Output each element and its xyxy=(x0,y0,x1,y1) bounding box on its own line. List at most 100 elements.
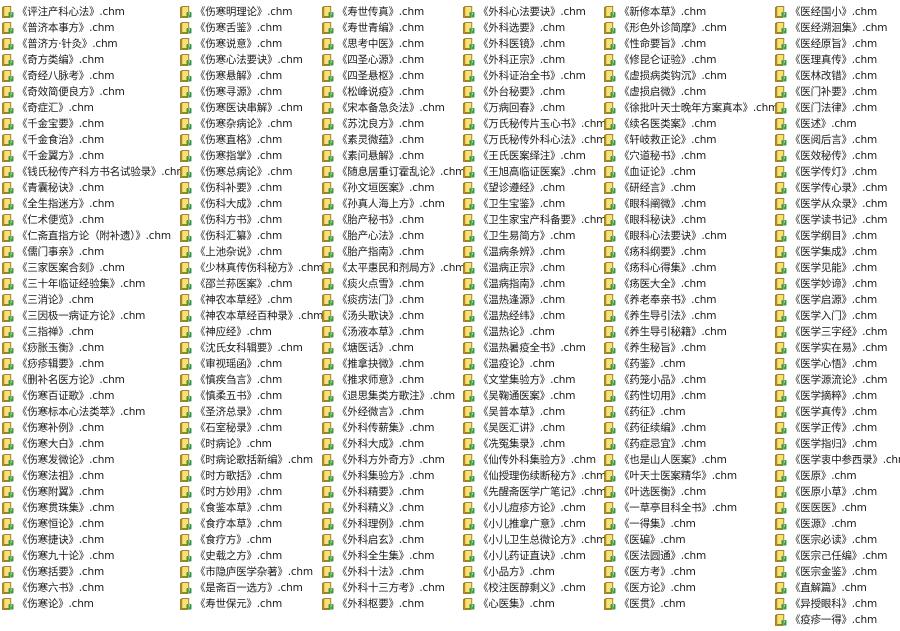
file-item[interactable]: ? 《医经溯洄集》.chm xyxy=(775,20,900,36)
file-item[interactable]: ? 《王旭高临证医案》.chm xyxy=(463,164,606,180)
file-item[interactable]: ? 《医碥》.chm xyxy=(604,532,778,548)
file-item[interactable]: ? 《孙真人海上方》.chm xyxy=(322,196,465,212)
file-item[interactable]: ? 《医学心悟》.chm xyxy=(775,356,900,372)
file-item[interactable]: ? 《素灵微蕴》.chm xyxy=(322,132,465,148)
file-item[interactable]: ? 《药征续编》.chm xyxy=(604,420,778,436)
file-item[interactable]: ? 《外经微言》.chm xyxy=(322,404,465,420)
file-item[interactable]: ? 《三家医案合刻》.chm xyxy=(2,260,186,276)
file-item[interactable]: ? 《温热经纬》.chm xyxy=(463,308,606,324)
file-item[interactable]: ? 《三消论》.chm xyxy=(2,292,186,308)
file-item[interactable]: ? 《随息居重订霍乱论》.chm xyxy=(322,164,465,180)
file-item[interactable]: ? 《伤寒恒论》.chm xyxy=(2,516,186,532)
file-item[interactable]: ? 《卫生家宝产科备要》.chm xyxy=(463,212,606,228)
file-item[interactable]: ? 《伤寒寻源》.chm xyxy=(180,84,323,100)
file-item[interactable]: ? 《伤寒补例》.chm xyxy=(2,420,186,436)
file-item[interactable]: ? 《穴道秘书》.chm xyxy=(604,148,778,164)
file-item[interactable]: ? 《仙传外科集验方》.chm xyxy=(463,452,606,468)
file-item[interactable]: ? 《卫生宝鉴》.chm xyxy=(463,196,606,212)
file-item[interactable]: ? 《吴鞠通医案》.chm xyxy=(463,388,606,404)
file-item[interactable]: ? 《伤寒杂病论》.chm xyxy=(180,116,323,132)
file-item[interactable]: ? 《外科证治全书》.chm xyxy=(463,68,606,84)
file-item[interactable]: ? 《痰火点雪》.chm xyxy=(322,276,465,292)
file-item[interactable]: ? 《先醒斋医学广笔记》.chm xyxy=(463,484,606,500)
file-item[interactable]: ? 《养生导引秘籍》.chm xyxy=(604,324,778,340)
file-item[interactable]: ? 《小儿卫生总微论方》.chm xyxy=(463,532,606,548)
file-item[interactable]: ? 《轩岐救正论》.chm xyxy=(604,132,778,148)
file-item[interactable]: ? 《外科医镜》.chm xyxy=(463,36,606,52)
file-item[interactable]: ? 《医医医》.chm xyxy=(775,500,900,516)
file-item[interactable]: ? 《钱氏秘传产科方书名试验录》.chm xyxy=(2,164,187,180)
file-item[interactable]: ? 《医方考》.chm xyxy=(604,564,778,580)
file-item[interactable]: ? 《医学见能》.chm xyxy=(775,260,900,276)
file-item[interactable]: ? 《吴医汇讲》.chm xyxy=(463,420,606,436)
file-item[interactable]: ? 《胎产指南》.chm xyxy=(322,244,465,260)
file-item[interactable]: ? 《医源》.chm xyxy=(775,516,900,532)
file-item[interactable]: ? 《小品方》.chm xyxy=(463,564,606,580)
file-item[interactable]: ? 《伤寒悬解》.chm xyxy=(180,68,323,84)
file-item[interactable]: ? 《医学实在易》.chm xyxy=(775,340,900,356)
file-item[interactable]: ? 《仙授理伤续断秘方》.chm xyxy=(463,468,606,484)
file-item[interactable]: ? 《全生指迷方》.chm xyxy=(2,196,186,212)
file-item[interactable]: ? 《伤科补要》.chm xyxy=(180,180,323,196)
file-item[interactable]: ? 《徐批叶天士晚年方案真本》.chm xyxy=(604,100,778,116)
file-item[interactable]: ? 《伤科汇纂》.chm xyxy=(180,228,323,244)
file-item[interactable]: ? 《普济本事方》.chm xyxy=(2,20,186,36)
file-item[interactable]: ? 《伤寒论》.chm xyxy=(2,596,186,612)
file-item[interactable]: ? 《外科选要》.chm xyxy=(463,20,606,36)
file-item[interactable]: ? 《温病正宗》.chm xyxy=(463,260,606,276)
file-item[interactable]: ? 《伤寒指掌》.chm xyxy=(180,148,323,164)
file-item[interactable]: ? 《邵兰荪医案》.chm xyxy=(180,276,323,292)
file-item[interactable]: ? 《伤寒法祖》.chm xyxy=(2,468,186,484)
file-item[interactable]: ? 《医述》.chm xyxy=(775,116,900,132)
file-item[interactable]: ? 《校注医醇剩义》.chm xyxy=(463,580,606,596)
file-item[interactable]: ? 《伤寒舌鉴》.chm xyxy=(180,20,323,36)
file-item[interactable]: ? 《宋本备急灸法》.chm xyxy=(322,100,465,116)
file-item[interactable]: ? 《文堂集验方》.chm xyxy=(463,372,606,388)
file-item[interactable]: ? 《食疗方》.chm xyxy=(180,532,323,548)
file-item[interactable]: ? 《养生导引法》.chm xyxy=(604,308,778,324)
file-item[interactable]: ? 《眼科秘诀》.chm xyxy=(604,212,778,228)
file-item[interactable]: ? 《修昆仑证验》.chm xyxy=(604,52,778,68)
file-item[interactable]: ? 《新修本草》.chm xyxy=(604,4,778,20)
file-item[interactable]: ? 《疫疹一得》.chm xyxy=(775,612,900,628)
file-item[interactable]: ? 《外科十三方考》.chm xyxy=(322,580,465,596)
file-item[interactable]: ? 《痰疠法门》.chm xyxy=(322,292,465,308)
file-item[interactable]: ? 《医理真传》.chm xyxy=(775,52,900,68)
file-item[interactable]: ? 《研经言》.chm xyxy=(604,180,778,196)
file-item[interactable]: ? 《形色外诊简摩》.chm xyxy=(604,20,778,36)
file-item[interactable]: ? 《医学从众录》.chm xyxy=(775,196,900,212)
file-item[interactable]: ? 《伤寒大白》.chm xyxy=(2,436,186,452)
file-item[interactable]: ? 《是斋百一选方》.chm xyxy=(180,580,323,596)
file-item[interactable]: ? 《伤寒医诀串解》.chm xyxy=(180,100,323,116)
file-item[interactable]: ? 《外科心法要诀》.chm xyxy=(463,4,606,20)
file-item[interactable]: ? 《小儿推拿广意》.chm xyxy=(463,516,606,532)
file-item[interactable]: ? 《医学传灯》.chm xyxy=(775,164,900,180)
file-item[interactable]: ? 《医贯》.chm xyxy=(604,596,778,612)
file-item[interactable]: ? 《三十年临证经验集》.chm xyxy=(2,276,186,292)
file-item[interactable]: ? 《外科枢要》.chm xyxy=(322,596,465,612)
file-item[interactable]: ? 《温热暑疫全书》.chm xyxy=(463,340,606,356)
file-item[interactable]: ? 《千金翼方》.chm xyxy=(2,148,186,164)
file-item[interactable]: ? 《外科精义》.chm xyxy=(322,500,465,516)
file-item[interactable]: ? 《奇经八脉考》.chm xyxy=(2,68,186,84)
file-item[interactable]: ? 《素问悬解》.chm xyxy=(322,148,465,164)
file-item[interactable]: ? 《孙文垣医案》.chm xyxy=(322,180,465,196)
file-item[interactable]: ? 《外科方外奇方》.chm xyxy=(322,452,465,468)
file-item[interactable]: ? 《汤液本草》.chm xyxy=(322,324,465,340)
file-item[interactable]: ? 《伤寒说意》.chm xyxy=(180,36,323,52)
file-item[interactable]: ? 《医学读书记》.chm xyxy=(775,212,900,228)
file-item[interactable]: ? 《伤科方书》.chm xyxy=(180,212,323,228)
file-item[interactable]: ? 《苏沈良方》.chm xyxy=(322,116,465,132)
file-item[interactable]: ? 《卫生易简方》.chm xyxy=(463,228,606,244)
file-item[interactable]: ? 《千金宝要》.chm xyxy=(2,116,186,132)
file-item[interactable]: ? 《外科正宗》.chm xyxy=(463,52,606,68)
file-item[interactable]: ? 《伤科大成》.chm xyxy=(180,196,323,212)
file-item[interactable]: ? 《圣济总录》.chm xyxy=(180,404,323,420)
file-item[interactable]: ? 《医学衷中参西录》.chm xyxy=(775,452,900,468)
file-item[interactable]: ? 《千金食治》.chm xyxy=(2,132,186,148)
file-item[interactable]: ? 《上池杂说》.chm xyxy=(180,244,323,260)
file-item[interactable]: ? 《胎产心法》.chm xyxy=(322,228,465,244)
file-item[interactable]: ? 《寿世青编》.chm xyxy=(322,20,465,36)
file-item[interactable]: ? 《奇效简便良方》.chm xyxy=(2,84,186,100)
file-item[interactable]: ? 《评注产科心法》.chm xyxy=(2,4,186,20)
